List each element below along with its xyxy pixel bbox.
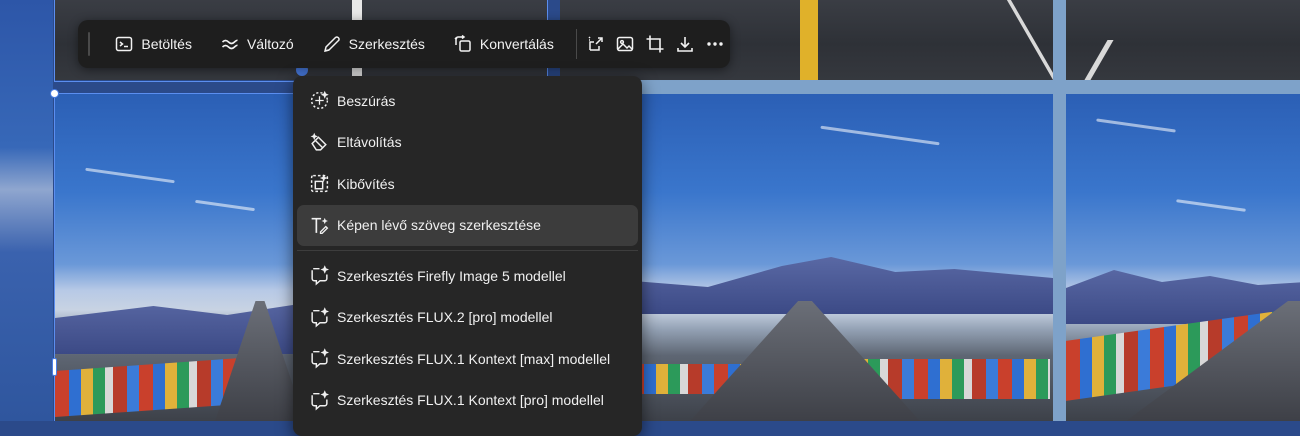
prompt-icon <box>116 36 133 52</box>
variant-label: Változó <box>246 36 294 52</box>
menu-item-label: Szerkesztés FLUX.1 Kontext [pro] modelle… <box>337 392 604 409</box>
upscale-icon <box>588 36 603 51</box>
load-button[interactable]: Betöltés <box>108 27 198 61</box>
pencil-icon <box>323 36 340 53</box>
crop-button[interactable] <box>640 27 670 61</box>
menu-item-edit-text-in-image[interactable]: Képen lévő szöveg szerkesztése <box>297 204 638 246</box>
approx-icon <box>221 39 238 50</box>
download-icon <box>677 37 693 52</box>
grid-divider <box>1066 80 1300 94</box>
image-tile-top-right[interactable] <box>1066 0 1300 80</box>
menu-item-label: Szerkesztés FLUX.2 [pro] modellel <box>337 309 553 326</box>
toolbar-separator <box>575 29 577 59</box>
upscale-button[interactable] <box>581 27 611 61</box>
edit-button[interactable]: Szerkesztés <box>316 27 431 61</box>
menu-item-edit-flux1-kontext-max[interactable]: Szerkesztés FLUX.1 Kontext [max] modelle… <box>297 338 638 380</box>
menu-item-label: Kibővítés <box>337 175 395 192</box>
menu-item-expand[interactable]: Kibővítés <box>297 163 638 205</box>
image-button[interactable] <box>611 27 641 61</box>
grid-divider <box>1053 0 1066 421</box>
menu-item-edit-flux1-kontext-pro[interactable]: Szerkesztés FLUX.1 Kontext [pro] modelle… <box>297 380 638 422</box>
convert-icon <box>454 34 471 52</box>
image-tile-left-edge <box>0 0 53 421</box>
menu-divider <box>297 250 638 251</box>
resize-handle-top-left[interactable] <box>50 89 59 98</box>
more-button[interactable] <box>700 27 730 61</box>
load-label: Betöltés <box>141 36 192 52</box>
menu-item-label: Képen lévő szöveg szerkesztése <box>337 217 541 234</box>
menu-item-remove[interactable]: Eltávolítás <box>297 122 638 164</box>
download-button[interactable] <box>670 27 700 61</box>
chat-sparkle-icon <box>311 348 329 369</box>
convert-label: Konvertálás <box>479 36 554 52</box>
crop-icon <box>646 35 664 53</box>
toolbar-drag-handle[interactable] <box>88 32 91 56</box>
erase-icon <box>310 132 327 151</box>
menu-item-label: Szerkesztés FLUX.1 Kontext [max] modelle… <box>337 350 611 367</box>
image-icon <box>617 36 634 52</box>
convert-button[interactable]: Konvertálás <box>447 27 560 61</box>
image-tile-bottom-right[interactable] <box>1066 94 1300 421</box>
menu-item-insert[interactable]: Beszúrás <box>297 80 638 122</box>
chat-sparkle-icon <box>311 265 329 286</box>
chat-sparkle-icon <box>311 307 329 328</box>
edit-dropdown-menu: Beszúrás Eltávolítás Kibővítés Képen lév… <box>293 76 642 436</box>
edit-label: Szerkesztés <box>348 36 425 52</box>
menu-item-label: Eltávolítás <box>337 134 402 151</box>
image-toolbar: Betöltés Változó Szerkesztés Konvertálás <box>78 20 730 68</box>
menu-item-edit-flux2-pro[interactable]: Szerkesztés FLUX.2 [pro] modellel <box>297 297 638 339</box>
resize-handle-left[interactable] <box>52 358 57 376</box>
menu-item-label: Szerkesztés Firefly Image 5 modellel <box>337 267 566 284</box>
menu-item-edit-firefly-image-5[interactable]: Szerkesztés Firefly Image 5 modellel <box>297 255 638 297</box>
variant-button[interactable]: Változó <box>214 27 300 61</box>
expand-icon <box>310 174 329 193</box>
more-icon <box>707 42 723 46</box>
text-edit-icon <box>311 217 329 234</box>
menu-item-label: Beszúrás <box>337 92 396 109</box>
chat-sparkle-icon <box>311 390 329 411</box>
insert-sparkle-icon <box>310 91 329 110</box>
